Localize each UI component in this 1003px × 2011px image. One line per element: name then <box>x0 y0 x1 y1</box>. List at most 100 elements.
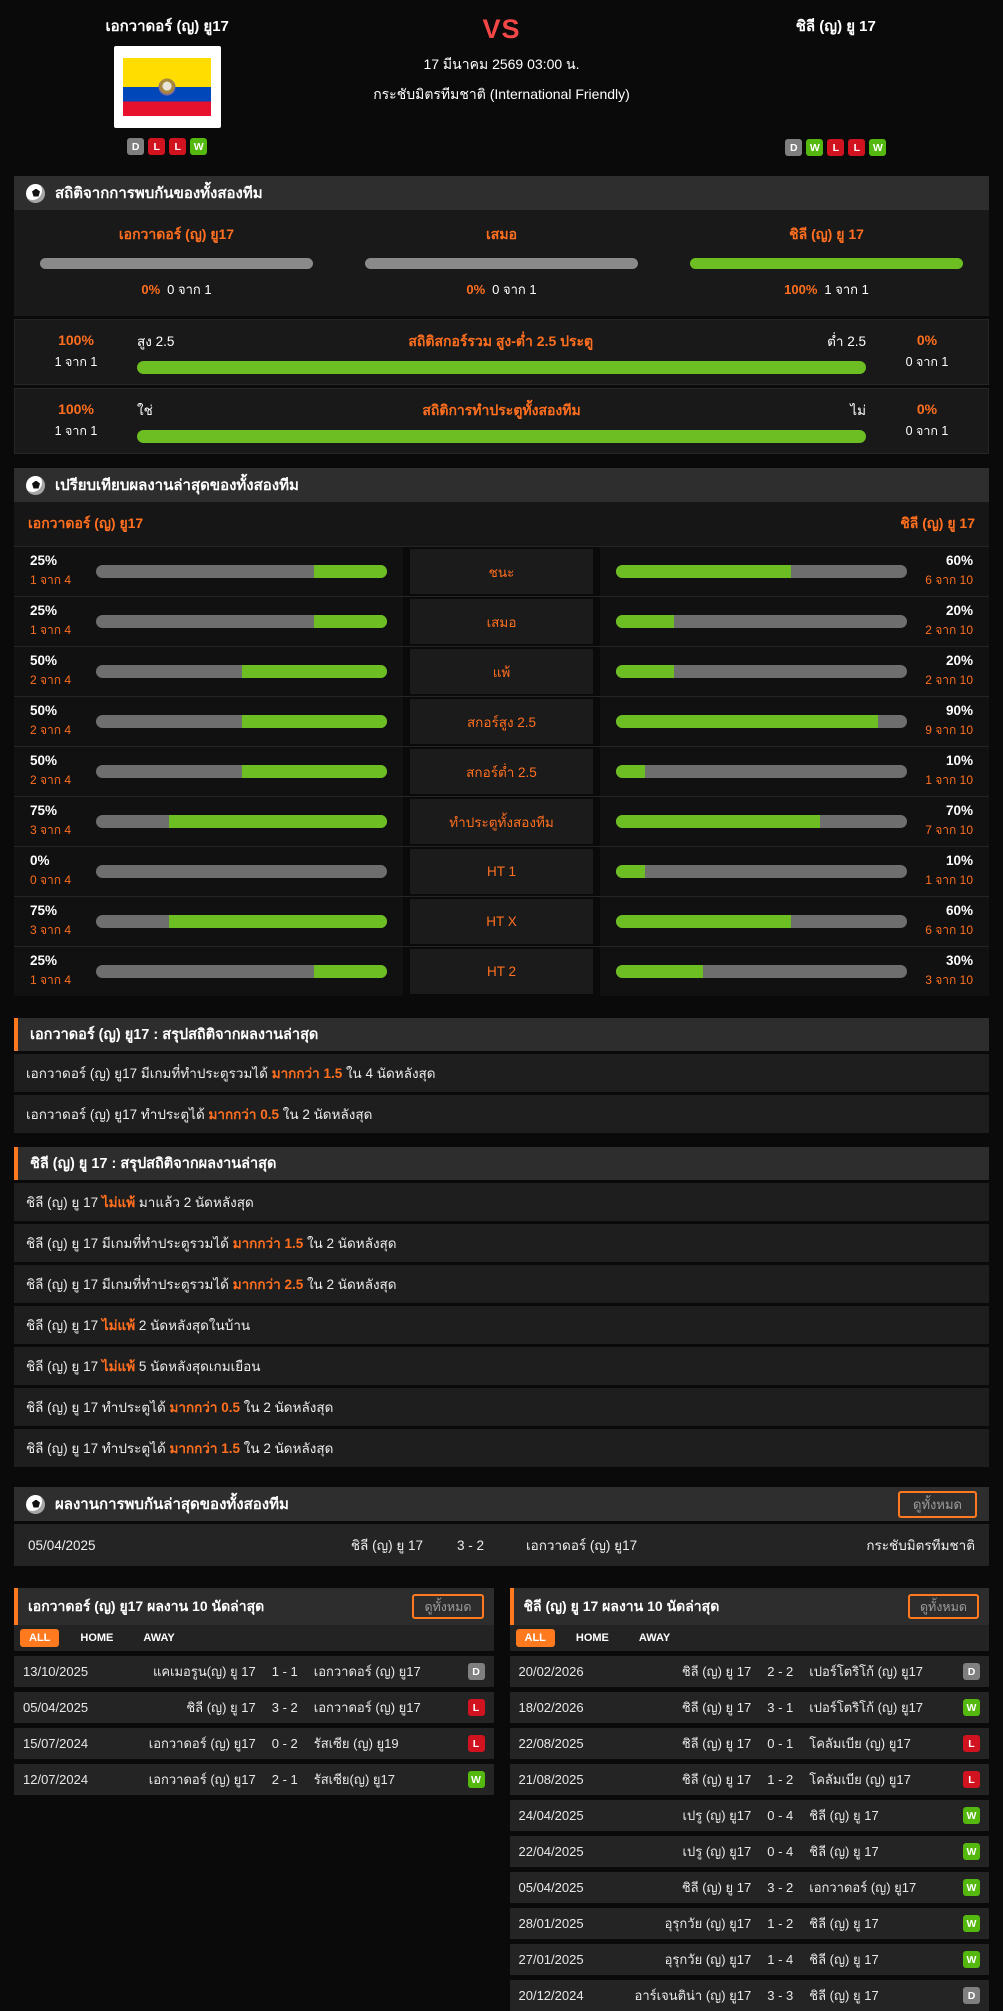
special-stat-title: สถิติสกอร์รวม สูง-ต่ำ 2.5 ประตู <box>408 331 593 353</box>
percent-value: 25% <box>30 603 82 618</box>
special-stat-box: 100% 1 จาก 1 ใช่ สถิติการทำประตูทั้งสองท… <box>14 388 989 454</box>
result-badge: W <box>963 1699 980 1716</box>
match-row[interactable]: 05/04/2025 ชิลี (ญ) ยู 17 3 - 2 เอกวาดอร… <box>14 1692 494 1723</box>
summary-text: ชิลี (ญ) ยู 17 มีเกมที่ทำประตูรวมได้ <box>26 1277 233 1292</box>
count-value: 6 จาก 10 <box>921 571 973 590</box>
summary-row: ชิลี (ญ) ยู 17 มีเกมที่ทำประตูรวมได้ มาก… <box>14 1265 989 1303</box>
match-row[interactable]: 18/02/2026 ชิลี (ญ) ยู 17 3 - 1 เปอร์โตร… <box>510 1692 990 1723</box>
home-team-block: เอกวาดอร์ (ญ) ยู17 DLLW <box>0 14 334 162</box>
away-team: ชิลี (ญ) ยู 17 <box>805 1913 960 1934</box>
filter-tab[interactable]: AWAY <box>630 1629 679 1647</box>
away-progress-bar <box>616 965 907 978</box>
match-date: 12/07/2024 <box>23 1772 105 1787</box>
match-row[interactable]: 22/04/2025 เปรู (ญ) ยู17 0 - 4 ชิลี (ญ) … <box>510 1836 990 1867</box>
match-row[interactable]: 12/07/2024 เอกวาดอร์ (ญ) ยู17 2 - 1 รัสเ… <box>14 1764 494 1795</box>
home-side-numbers: 50% 2 จาก 4 <box>30 653 82 690</box>
percent-value: 100% <box>15 332 137 348</box>
home-side-numbers: 25% 1 จาก 4 <box>30 603 82 640</box>
form-result-badge: D <box>785 139 802 156</box>
comparison-away-side: 60% 6 จาก 10 <box>600 897 989 946</box>
summary-text: เอกวาดอร์ (ญ) ยู17 มีเกมที่ทำประตูรวมได้ <box>26 1066 272 1081</box>
match-row[interactable]: 22/08/2025 ชิลี (ญ) ยู 17 0 - 1 โคลัมเบี… <box>510 1728 990 1759</box>
match-row[interactable]: 20/12/2024 อาร์เจนติน่า (ญ) ยู17 3 - 3 ช… <box>510 1980 990 2011</box>
home-team: ชิลี (ญ) ยู 17 <box>601 1877 756 1898</box>
form-result-badge: W <box>190 138 207 155</box>
result-badge-cell: L <box>960 1735 980 1752</box>
h2h-result-row[interactable]: 05/04/2025 ชิลี (ญ) ยู 17 3 - 2 เอกวาดอร… <box>14 1524 989 1566</box>
match-row[interactable]: 27/01/2025 อุรุกวัย (ญ) ยู17 1 - 4 ชิลี … <box>510 1944 990 1975</box>
football-icon <box>26 1495 45 1514</box>
left-option-label: สูง 2.5 <box>137 330 174 352</box>
away-team: รัสเซีย(ญ) ยู17 <box>310 1769 465 1790</box>
home-team: เปรู (ญ) ยู17 <box>601 1841 756 1862</box>
away-progress-bar <box>616 815 907 828</box>
filter-tab[interactable]: ALL <box>516 1629 555 1647</box>
summary-highlight: ไม่แพ้ <box>102 1359 135 1374</box>
match-score: 3 - 1 <box>755 1700 805 1715</box>
table-title: ชิลี (ญ) ยู 17 ผลงาน 10 นัดล่าสุด <box>524 1596 908 1618</box>
table-title: เอกวาดอร์ (ญ) ยู17 ผลงาน 10 นัดล่าสุด <box>28 1596 412 1618</box>
percent-value: 20% <box>921 603 973 618</box>
summary-highlight: ไม่แพ้ <box>102 1195 135 1210</box>
filter-tab[interactable]: HOME <box>567 1629 618 1647</box>
comparison-row: 25% 1 จาก 4 ชนะ 60% 6 จาก 10 <box>14 546 989 596</box>
away-side-numbers: 10% 1 จาก 10 <box>921 753 973 790</box>
match-header: เอกวาดอร์ (ญ) ยู17 DLLW VS 17 มีนาคม 256… <box>0 0 1003 162</box>
percent-value: 0% <box>866 332 988 348</box>
count-value: 3 จาก 4 <box>30 821 82 840</box>
comparison-row: 25% 1 จาก 4 HT 2 30% 3 จาก 10 <box>14 946 989 996</box>
comparison-stat-label: สกอร์สูง 2.5 <box>410 699 593 744</box>
view-all-button[interactable]: ดูทั้งหมด <box>908 1594 979 1619</box>
match-row[interactable]: 20/02/2026 ชิลี (ญ) ยู 17 2 - 2 เปอร์โตร… <box>510 1656 990 1687</box>
match-row[interactable]: 24/04/2025 เปรู (ญ) ยู17 0 - 4 ชิลี (ญ) … <box>510 1800 990 1831</box>
summary-text: 2 นัดหลังสุดในบ้าน <box>135 1318 250 1333</box>
match-row[interactable]: 28/01/2025 อุรุกวัย (ญ) ยู17 1 - 2 ชิลี … <box>510 1908 990 1939</box>
match-row[interactable]: 21/08/2025 ชิลี (ญ) ยู 17 1 - 2 โคลัมเบี… <box>510 1764 990 1795</box>
comparison-stat-label: แพ้ <box>410 649 593 694</box>
home-team: ชิลี (ญ) ยู 17 <box>198 1534 423 1556</box>
percent-value: 50% <box>30 703 82 718</box>
result-badge-cell: W <box>960 1807 980 1824</box>
match-score: 0 - 4 <box>755 1808 805 1823</box>
view-all-button[interactable]: ดูทั้งหมด <box>898 1491 977 1518</box>
match-date: 27/01/2025 <box>519 1952 601 1967</box>
comparison-stat-label: ทำประตูทั้งสองทีม <box>410 799 593 844</box>
match-row[interactable]: 15/07/2024 เอกวาดอร์ (ญ) ยู17 0 - 2 รัสเ… <box>14 1728 494 1759</box>
match-date: 18/02/2026 <box>519 1700 601 1715</box>
away-team: โคลัมเบีย (ญ) ยู17 <box>805 1769 960 1790</box>
home-team: เปรู (ญ) ยู17 <box>601 1805 756 1826</box>
home-progress-bar <box>96 865 387 878</box>
match-score: 3 - 3 <box>755 1988 805 2003</box>
match-score: 3 - 2 <box>423 1538 518 1553</box>
h2h-progress-bar <box>365 258 638 269</box>
comparison-home-side: 75% 3 จาก 4 <box>14 797 403 846</box>
filter-tab[interactable]: HOME <box>71 1629 122 1647</box>
special-progress-bar <box>137 361 866 374</box>
comparison-row: 50% 2 จาก 4 สกอร์สูง 2.5 90% 9 จาก 10 <box>14 696 989 746</box>
view-all-button[interactable]: ดูทั้งหมด <box>412 1594 483 1619</box>
home-progress-bar <box>96 915 387 928</box>
away-side-numbers: 60% 6 จาก 10 <box>921 903 973 940</box>
result-badge: L <box>468 1699 485 1716</box>
filter-tab[interactable]: ALL <box>20 1629 59 1647</box>
away-team: เอกวาดอร์ (ญ) ยู17 <box>805 1877 960 1898</box>
special-stat-labels: ใช่ สถิติการทำประตูทั้งสองทีม ไม่ <box>137 399 866 422</box>
summary-row: ชิลี (ญ) ยู 17 ทำประตูได้ มากกว่า 1.5 ใน… <box>14 1429 989 1467</box>
home-team: แคเมอรูน(ญ) ยู 17 <box>105 1661 260 1682</box>
match-score: 1 - 4 <box>755 1952 805 1967</box>
home-recent-tabs: ALL HOME AWAY <box>14 1625 494 1651</box>
h2h-bar-label: เอกวาดอร์ (ญ) ยู17 <box>40 224 313 246</box>
away-recent-rows: 20/02/2026 ชิลี (ญ) ยู 17 2 - 2 เปอร์โตร… <box>510 1656 990 2011</box>
h2h-results-section: ผลงานการพบกันล่าสุดของทั้งสองทีม ดูทั้งห… <box>14 1487 989 1566</box>
special-progress-bar <box>137 430 866 443</box>
summary-highlight: มากกว่า 0.5 <box>208 1107 279 1122</box>
result-badge: L <box>468 1735 485 1752</box>
count-value: 1 จาก 1 <box>15 421 137 441</box>
away-team: เอกวาดอร์ (ญ) ยู17 <box>310 1697 465 1718</box>
result-badge-cell: L <box>465 1699 485 1716</box>
filter-tab[interactable]: AWAY <box>134 1629 183 1647</box>
match-score: 1 - 2 <box>755 1916 805 1931</box>
match-row[interactable]: 13/10/2025 แคเมอรูน(ญ) ยู 17 1 - 1 เอกวา… <box>14 1656 494 1687</box>
match-info: VS 17 มีนาคม 2569 03:00 น. กระชับมิตรทีม… <box>334 14 668 162</box>
summary-text: ชิลี (ญ) ยู 17 <box>26 1359 102 1374</box>
